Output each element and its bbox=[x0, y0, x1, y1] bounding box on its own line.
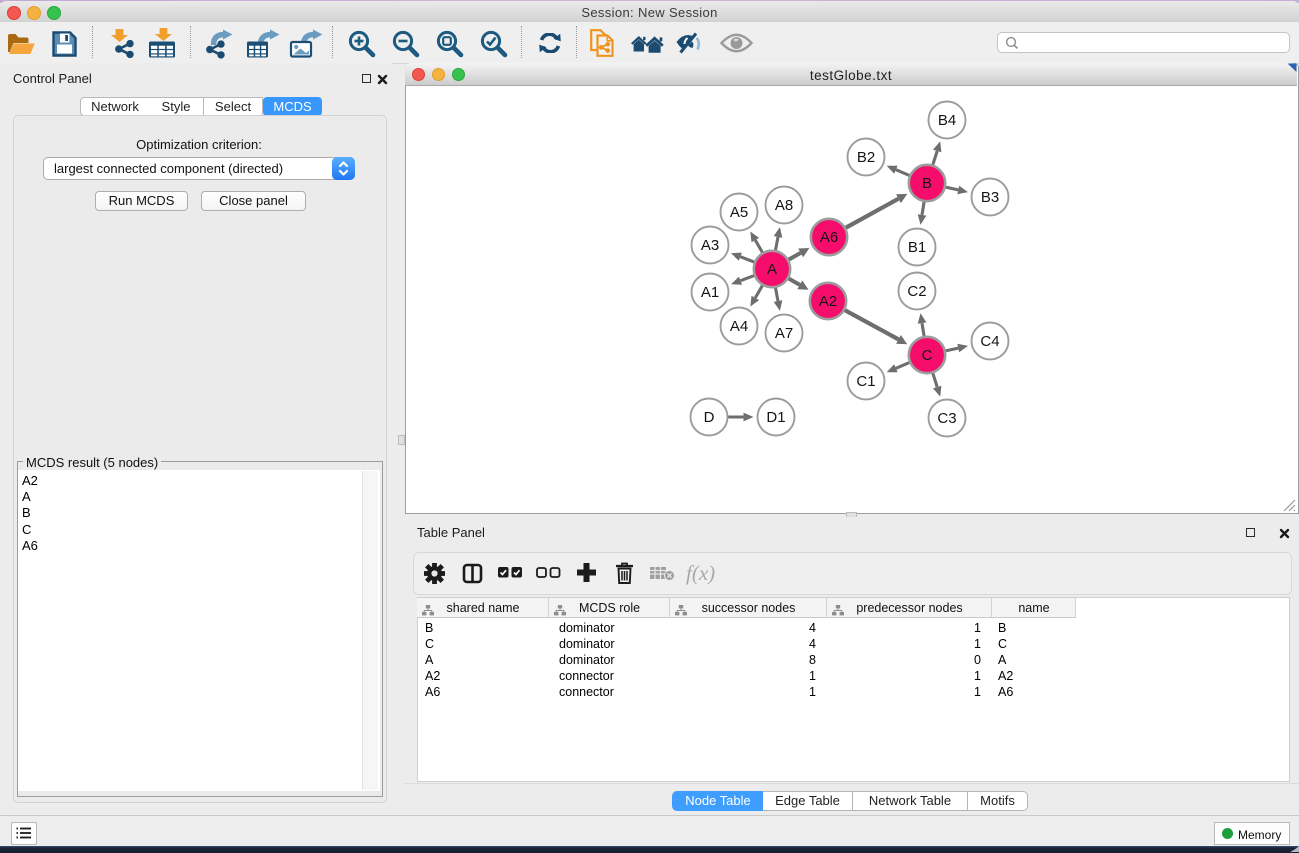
svg-text:C3: C3 bbox=[937, 410, 956, 427]
svg-text:D: D bbox=[704, 409, 715, 426]
svg-text:A: A bbox=[767, 261, 777, 278]
svg-text:B3: B3 bbox=[981, 189, 999, 206]
svg-text:B1: B1 bbox=[908, 239, 926, 256]
svg-text:B: B bbox=[922, 175, 932, 192]
svg-text:A3: A3 bbox=[701, 237, 719, 254]
svg-text:C4: C4 bbox=[980, 333, 999, 350]
svg-text:B4: B4 bbox=[938, 112, 956, 129]
svg-text:C: C bbox=[922, 347, 933, 364]
svg-text:A7: A7 bbox=[775, 325, 793, 342]
svg-text:A2: A2 bbox=[819, 293, 837, 310]
svg-text:A4: A4 bbox=[730, 318, 748, 335]
svg-text:A5: A5 bbox=[730, 204, 748, 221]
svg-text:C1: C1 bbox=[856, 373, 875, 390]
svg-text:A8: A8 bbox=[775, 197, 793, 214]
svg-text:A6: A6 bbox=[820, 229, 838, 246]
svg-text:A1: A1 bbox=[701, 284, 719, 301]
svg-text:D1: D1 bbox=[766, 409, 785, 426]
svg-text:B2: B2 bbox=[857, 149, 875, 166]
svg-text:C2: C2 bbox=[907, 283, 926, 300]
